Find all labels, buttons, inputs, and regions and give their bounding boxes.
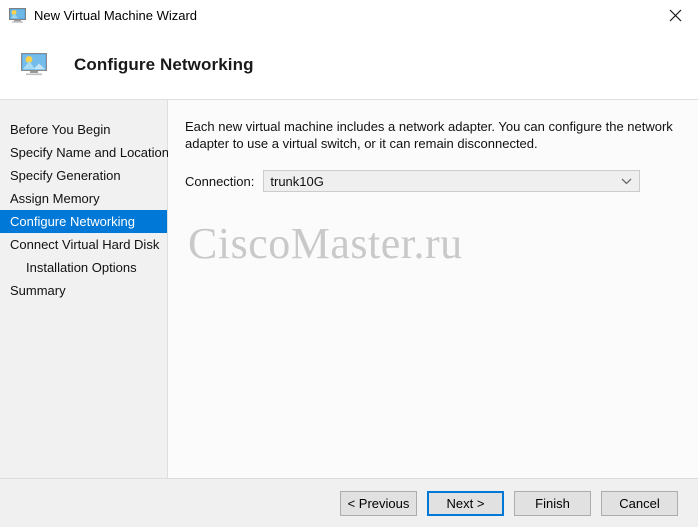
wizard-steps-sidebar: Before You Begin Specify Name and Locati… bbox=[0, 100, 169, 478]
page-title: Configure Networking bbox=[74, 54, 254, 74]
sidebar-item-label: Installation Options bbox=[26, 260, 137, 275]
sidebar-item-label: Configure Networking bbox=[10, 214, 136, 229]
chevron-down-icon bbox=[621, 171, 632, 191]
sidebar-item-configure-networking[interactable]: Configure Networking bbox=[0, 210, 167, 233]
cancel-button[interactable]: Cancel bbox=[601, 490, 678, 516]
virtual-machine-monitor-icon bbox=[9, 7, 26, 23]
sidebar-item-before-you-begin[interactable]: Before You Begin bbox=[0, 118, 167, 141]
sidebar-item-label: Specify Generation bbox=[10, 168, 121, 183]
description-text: Each new virtual machine includes a netw… bbox=[185, 119, 673, 151]
sidebar-item-label: Assign Memory bbox=[10, 191, 100, 206]
connection-row: Connection: trunk10G bbox=[185, 170, 678, 192]
title-bar: New Virtual Machine Wizard bbox=[0, 0, 698, 30]
wizard-header: Configure Networking bbox=[0, 30, 698, 100]
sidebar-item-connect-virtual-hard-disk[interactable]: Connect Virtual Hard Disk bbox=[0, 233, 167, 256]
sidebar-item-specify-name-and-location[interactable]: Specify Name and Location bbox=[0, 141, 169, 164]
network-monitor-icon bbox=[21, 53, 47, 76]
next-button[interactable]: Next > bbox=[427, 490, 504, 516]
wizard-body: Before You Begin Specify Name and Locati… bbox=[0, 100, 698, 478]
connection-dropdown[interactable]: trunk10G bbox=[263, 170, 641, 192]
close-icon[interactable] bbox=[653, 0, 698, 30]
sidebar-item-specify-generation[interactable]: Specify Generation bbox=[0, 164, 167, 187]
sidebar-item-summary[interactable]: Summary bbox=[0, 279, 167, 302]
sidebar-item-installation-options[interactable]: Installation Options bbox=[0, 256, 167, 279]
new-virtual-machine-wizard-window: New Virtual Machine Wizard Configure Net… bbox=[0, 0, 698, 527]
connection-selected-value: trunk10G bbox=[270, 173, 324, 189]
sidebar-item-label: Summary bbox=[10, 283, 66, 298]
previous-button[interactable]: < Previous bbox=[340, 490, 417, 516]
watermark: CiscoMaster.ru bbox=[188, 219, 463, 268]
sidebar-item-label: Before You Begin bbox=[10, 122, 111, 137]
sidebar-item-label: Connect Virtual Hard Disk bbox=[10, 237, 160, 252]
sidebar-item-label: Specify Name and Location bbox=[10, 145, 169, 160]
wizard-footer: < Previous Next > Finish Cancel bbox=[0, 478, 698, 527]
sidebar-item-assign-memory[interactable]: Assign Memory bbox=[0, 187, 167, 210]
wizard-main-panel: Each new virtual machine includes a netw… bbox=[168, 100, 698, 478]
finish-button[interactable]: Finish bbox=[514, 490, 591, 516]
connection-label: Connection: bbox=[185, 173, 255, 189]
window-title: New Virtual Machine Wizard bbox=[34, 7, 198, 23]
